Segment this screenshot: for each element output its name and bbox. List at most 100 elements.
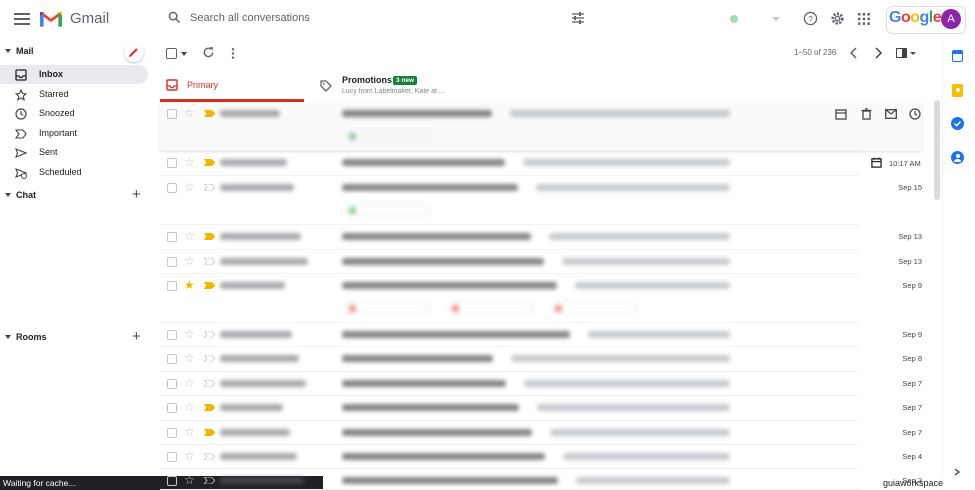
star-icon[interactable]: ☆ bbox=[184, 107, 195, 119]
star-icon[interactable]: ☆ bbox=[184, 474, 195, 486]
important-icon bbox=[15, 129, 27, 139]
sidebar-item-snoozed[interactable]: Snoozed bbox=[0, 104, 148, 123]
refresh-icon[interactable] bbox=[202, 46, 215, 59]
row-checkbox[interactable] bbox=[167, 354, 177, 364]
row-checkbox[interactable] bbox=[167, 281, 177, 291]
chat-section-title[interactable]: Chat bbox=[16, 190, 36, 200]
row-checkbox[interactable] bbox=[167, 379, 177, 389]
importance-marker-icon[interactable] bbox=[204, 331, 215, 338]
row-checkbox[interactable] bbox=[167, 183, 177, 193]
rooms-collapse-icon[interactable] bbox=[5, 335, 11, 339]
table-row[interactable]: ☆ Sep 8 bbox=[160, 347, 922, 372]
new-room-icon[interactable]: + bbox=[132, 329, 141, 344]
rooms-section-title[interactable]: Rooms bbox=[16, 332, 47, 342]
mail-section-title[interactable]: Mail bbox=[16, 46, 34, 56]
select-dropdown-icon[interactable] bbox=[181, 52, 187, 56]
sidebar-item-scheduled[interactable]: Scheduled bbox=[0, 163, 148, 182]
calendar-app-icon[interactable] bbox=[952, 50, 963, 62]
table-row[interactable]: ☆ Sep 13 bbox=[160, 250, 922, 274]
importance-marker-icon[interactable] bbox=[204, 477, 215, 484]
help-icon[interactable]: ? bbox=[803, 11, 818, 26]
table-row[interactable]: ☆ Sep 9 bbox=[160, 323, 922, 347]
star-icon[interactable]: ☆ bbox=[184, 328, 195, 340]
search-input[interactable] bbox=[190, 7, 550, 29]
table-row[interactable]: ☆ Sep 15 bbox=[160, 176, 922, 225]
table-row[interactable]: ☆ Sep 7 bbox=[160, 396, 922, 421]
compose-button[interactable] bbox=[124, 42, 144, 62]
delete-icon[interactable] bbox=[861, 108, 872, 120]
avatar[interactable]: A bbox=[941, 9, 961, 29]
row-checkbox[interactable] bbox=[167, 257, 177, 267]
sidebar-item-sent[interactable]: Sent bbox=[0, 143, 148, 162]
star-icon[interactable]: ☆ bbox=[184, 450, 195, 462]
more-vert-icon[interactable] bbox=[228, 47, 238, 60]
chevron-left-icon[interactable] bbox=[849, 47, 859, 59]
chevron-right-icon[interactable] bbox=[873, 47, 883, 59]
status-indicator[interactable] bbox=[730, 15, 738, 23]
tab-primary[interactable]: Primary bbox=[160, 70, 304, 102]
table-row[interactable]: ☆ Sep 4 bbox=[160, 445, 922, 469]
table-row[interactable]: ☆ Sep 7 bbox=[160, 421, 922, 445]
star-icon[interactable]: ★ bbox=[184, 279, 195, 291]
importance-marker-icon[interactable] bbox=[204, 258, 215, 265]
importance-marker-icon[interactable] bbox=[204, 404, 215, 411]
star-icon[interactable]: ☆ bbox=[184, 352, 195, 364]
row-checkbox[interactable] bbox=[167, 403, 177, 413]
row-checkbox[interactable] bbox=[167, 452, 177, 462]
contacts-app-icon[interactable] bbox=[951, 151, 964, 164]
tab-promotions[interactable]: Promotions 3 new Lucy from Labelmaker, K… bbox=[310, 70, 610, 102]
expand-panel-icon[interactable] bbox=[953, 468, 963, 476]
select-all-checkbox[interactable] bbox=[166, 48, 177, 59]
row-checkbox[interactable] bbox=[167, 330, 177, 340]
sidebar-item-label: Starred bbox=[39, 89, 69, 99]
row-checkbox[interactable] bbox=[167, 476, 177, 486]
new-chat-icon[interactable]: + bbox=[132, 187, 141, 202]
scrollbar-thumb[interactable] bbox=[934, 100, 940, 200]
row-checkbox[interactable] bbox=[167, 428, 177, 438]
split-pane-icon[interactable] bbox=[896, 48, 916, 58]
mark-read-icon[interactable] bbox=[885, 109, 897, 119]
table-row[interactable]: ☆ Sep 3 bbox=[160, 469, 922, 490]
star-icon[interactable]: ☆ bbox=[184, 377, 195, 389]
archive-icon[interactable] bbox=[835, 108, 847, 120]
star-icon[interactable]: ☆ bbox=[184, 230, 195, 242]
sidebar-item-starred[interactable]: Starred bbox=[0, 85, 148, 104]
importance-marker-icon[interactable] bbox=[204, 355, 215, 362]
row-checkbox[interactable] bbox=[167, 109, 177, 119]
row-checkbox[interactable] bbox=[167, 232, 177, 242]
importance-marker-icon[interactable] bbox=[204, 429, 215, 436]
apps-grid-icon[interactable] bbox=[858, 13, 870, 25]
table-row[interactable]: ☆ bbox=[160, 151, 860, 176]
gmail-logo-icon[interactable] bbox=[40, 10, 62, 27]
calendar-icon[interactable] bbox=[871, 157, 882, 168]
table-row[interactable]: ☆ Sep 7 bbox=[160, 372, 922, 396]
importance-marker-icon[interactable] bbox=[204, 159, 215, 166]
tasks-app-icon[interactable] bbox=[951, 117, 964, 130]
importance-marker-icon[interactable] bbox=[204, 184, 215, 191]
table-row[interactable]: ☆ Sep 13 bbox=[160, 225, 922, 250]
row-checkbox[interactable] bbox=[167, 158, 177, 168]
search-options-icon[interactable] bbox=[571, 12, 585, 24]
sidebar-item-important[interactable]: Important bbox=[0, 124, 148, 143]
snooze-clock-icon[interactable] bbox=[909, 108, 921, 120]
chat-collapse-icon[interactable] bbox=[5, 193, 11, 197]
star-icon[interactable]: ☆ bbox=[184, 401, 195, 413]
table-row[interactable]: ☆ bbox=[160, 102, 860, 151]
status-dropdown-icon[interactable] bbox=[772, 17, 780, 21]
mail-collapse-icon[interactable] bbox=[5, 49, 11, 53]
importance-marker-icon[interactable] bbox=[204, 233, 215, 240]
sidebar-item-inbox[interactable]: Inbox bbox=[0, 65, 148, 84]
importance-marker-icon[interactable] bbox=[204, 282, 215, 289]
main-menu-icon[interactable] bbox=[14, 13, 30, 25]
star-icon[interactable]: ☆ bbox=[184, 156, 195, 168]
importance-marker-icon[interactable] bbox=[204, 453, 215, 460]
star-icon[interactable]: ☆ bbox=[184, 181, 195, 193]
table-row[interactable]: ★ Sep 9 bbox=[160, 274, 922, 323]
search-icon[interactable] bbox=[168, 11, 181, 24]
star-icon[interactable]: ☆ bbox=[184, 255, 195, 267]
star-icon[interactable]: ☆ bbox=[184, 426, 195, 438]
gear-icon[interactable] bbox=[830, 11, 845, 26]
keep-app-icon[interactable] bbox=[952, 84, 963, 97]
importance-marker-icon[interactable] bbox=[204, 110, 215, 117]
importance-marker-icon[interactable] bbox=[204, 380, 215, 387]
